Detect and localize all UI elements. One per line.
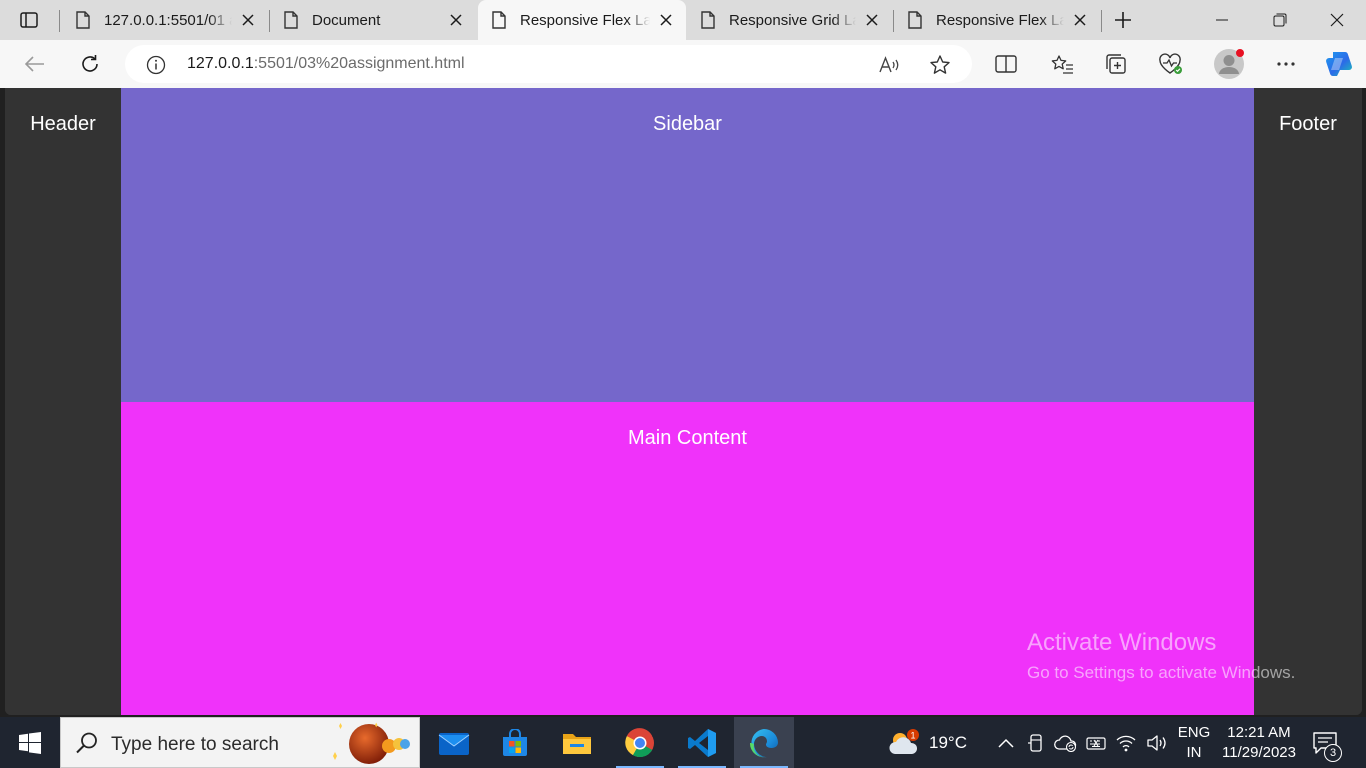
system-clock[interactable]: 12:21 AM 11/29/2023 bbox=[1213, 723, 1305, 763]
tab-title: Responsive Flex Layout bbox=[936, 11, 1064, 29]
close-tab-icon[interactable] bbox=[656, 10, 676, 30]
edge-app[interactable] bbox=[734, 717, 794, 768]
language-region: IN bbox=[1186, 744, 1202, 761]
device-tray-icon[interactable] bbox=[1025, 717, 1047, 768]
refresh-button[interactable] bbox=[75, 49, 105, 79]
url-host: 127.0.0.1 bbox=[187, 55, 254, 72]
page-viewport: Header Sidebar Main Content Footer Activ… bbox=[5, 88, 1362, 715]
new-tab-button[interactable] bbox=[1110, 8, 1136, 32]
start-button[interactable] bbox=[0, 717, 60, 768]
language-code: ENG bbox=[1177, 724, 1211, 741]
tab-actions-icon bbox=[20, 12, 38, 28]
clock-time: 12:21 AM bbox=[1227, 724, 1291, 741]
address-bar[interactable]: 127.0.0.1:5501/03%20assignment.html bbox=[125, 45, 972, 83]
mail-icon bbox=[438, 732, 470, 755]
page-header: Header bbox=[5, 88, 121, 715]
windows-logo-icon bbox=[19, 731, 41, 754]
browser-essentials-icon[interactable] bbox=[1157, 51, 1185, 77]
chevron-up-icon bbox=[998, 738, 1014, 748]
search-icon bbox=[76, 732, 97, 754]
tab-1[interactable]: 127.0.0.1:5501/01 a bbox=[62, 0, 268, 40]
tab-separator bbox=[59, 10, 60, 32]
taskbar: Type here to search 1 19°C ENG IN 12:21 … bbox=[0, 717, 1366, 768]
url-path: :5501/03%20assignment.html bbox=[253, 55, 465, 72]
search-highlight-planets-icon bbox=[333, 722, 410, 764]
show-hidden-icons-button[interactable] bbox=[994, 717, 1018, 768]
volume-icon[interactable] bbox=[1144, 717, 1170, 768]
watermark-subtitle: Go to Settings to activate Windows. bbox=[1027, 663, 1296, 682]
taskbar-search-box[interactable]: Type here to search bbox=[60, 717, 420, 768]
input-method-icon[interactable] bbox=[1084, 717, 1108, 768]
back-button[interactable] bbox=[20, 49, 50, 79]
mail-app[interactable] bbox=[424, 717, 484, 768]
refresh-icon bbox=[82, 55, 98, 72]
close-tab-icon[interactable] bbox=[238, 10, 258, 30]
tab-4[interactable]: Responsive Grid Layout bbox=[687, 0, 892, 40]
collections-icon[interactable] bbox=[1102, 51, 1130, 77]
read-aloud-icon[interactable] bbox=[877, 53, 903, 77]
page-sidebar: Sidebar bbox=[121, 88, 1254, 402]
edge-icon bbox=[749, 728, 778, 757]
more-options-icon[interactable] bbox=[1272, 51, 1300, 77]
weather-badge: 1 bbox=[910, 730, 915, 740]
tab-actions-button[interactable] bbox=[12, 8, 46, 32]
restore-button[interactable] bbox=[1251, 0, 1309, 40]
close-window-button[interactable] bbox=[1308, 0, 1366, 40]
copilot-icon[interactable] bbox=[1322, 49, 1356, 79]
document-icon bbox=[284, 11, 298, 29]
weather-cloud-icon: 1 bbox=[889, 728, 919, 754]
document-icon bbox=[908, 11, 922, 29]
site-info-icon[interactable] bbox=[145, 54, 167, 76]
tab-title: Responsive Flex Layout bbox=[520, 11, 650, 29]
store-icon bbox=[503, 728, 527, 756]
close-tab-icon[interactable] bbox=[1070, 10, 1090, 30]
vscode-icon bbox=[688, 728, 716, 757]
favorite-star-icon[interactable] bbox=[927, 53, 953, 77]
chrome-app[interactable] bbox=[610, 717, 670, 768]
profile-avatar[interactable] bbox=[1212, 47, 1246, 81]
favorites-icon[interactable] bbox=[1048, 51, 1076, 77]
minimize-icon bbox=[1216, 19, 1228, 21]
page-footer: Footer bbox=[1254, 88, 1362, 715]
file-explorer-app[interactable] bbox=[547, 717, 607, 768]
onedrive-sync-icon[interactable] bbox=[1053, 717, 1079, 768]
tab-title: Document bbox=[312, 11, 381, 29]
wifi-icon[interactable] bbox=[1114, 717, 1138, 768]
tab-2[interactable]: Document bbox=[270, 0, 476, 40]
document-icon bbox=[492, 11, 506, 29]
close-icon bbox=[1330, 13, 1344, 27]
navigation-bar: 127.0.0.1:5501/03%20assignment.html bbox=[0, 40, 1366, 88]
document-icon bbox=[76, 11, 90, 29]
activate-windows-watermark: Activate Windows Go to Settings to activ… bbox=[1027, 629, 1295, 683]
search-placeholder: Type here to search bbox=[111, 734, 279, 755]
microsoft-store-app[interactable] bbox=[485, 717, 545, 768]
document-icon bbox=[701, 11, 715, 29]
plus-icon bbox=[1115, 12, 1131, 28]
tab-5[interactable]: Responsive Flex Layout bbox=[894, 0, 1100, 40]
notification-count-badge: 3 bbox=[1324, 744, 1342, 762]
weather-widget[interactable]: 1 bbox=[884, 717, 924, 768]
close-tab-icon[interactable] bbox=[446, 10, 466, 30]
back-arrow-icon bbox=[25, 56, 44, 72]
clock-date: 11/29/2023 bbox=[1222, 744, 1296, 761]
tab-3-active[interactable]: Responsive Flex Layout bbox=[478, 0, 686, 40]
minimize-button[interactable] bbox=[1193, 0, 1251, 40]
url-text[interactable]: 127.0.0.1:5501/03%20assignment.html bbox=[187, 55, 465, 73]
vscode-app[interactable] bbox=[672, 717, 732, 768]
weather-temperature[interactable]: 19°C bbox=[929, 733, 967, 753]
watermark-title: Activate Windows bbox=[1027, 629, 1217, 656]
split-screen-icon[interactable] bbox=[992, 51, 1020, 77]
close-tab-icon[interactable] bbox=[862, 10, 882, 30]
tab-title: Responsive Grid Layout bbox=[729, 11, 856, 29]
restore-icon bbox=[1273, 13, 1287, 27]
tab-strip: 127.0.0.1:5501/01 a Document Responsive … bbox=[0, 0, 1366, 40]
file-explorer-icon bbox=[563, 733, 591, 754]
tab-title: 127.0.0.1:5501/01 a bbox=[104, 11, 232, 29]
language-indicator[interactable]: ENG IN bbox=[1173, 723, 1215, 763]
tab-separator bbox=[1101, 10, 1102, 32]
chrome-icon bbox=[625, 727, 654, 757]
